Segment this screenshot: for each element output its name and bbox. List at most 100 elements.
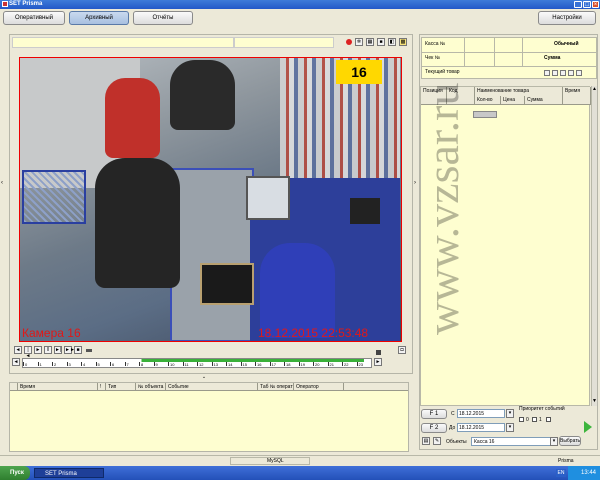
- header-checkbox[interactable]: [10, 383, 18, 390]
- scroll-down-icon[interactable]: ▼: [592, 398, 597, 404]
- timeline-tick: [284, 362, 285, 366]
- timeline-tick-label: 0: [25, 362, 28, 367]
- timeline-tick: [255, 362, 256, 366]
- col-operator[interactable]: Оператор: [294, 383, 344, 390]
- col-item-name[interactable]: Наименование товара: [475, 87, 563, 96]
- timeline-tick: [110, 362, 111, 366]
- scroll-up-icon[interactable]: ▲: [592, 86, 597, 92]
- priority-1-checkbox[interactable]: [532, 417, 537, 422]
- timeline-tick: [139, 362, 140, 366]
- settings-button[interactable]: Настройки: [538, 11, 596, 25]
- priority-label: Приоритет событий: [519, 406, 565, 412]
- splitter-handle[interactable]: ⌄: [200, 374, 208, 380]
- snapshot-icon[interactable]: ◘: [398, 346, 406, 354]
- next-frame-icon[interactable]: ►|: [54, 346, 62, 354]
- last-item-icon[interactable]: [576, 70, 582, 76]
- zoom-slider-handle[interactable]: [376, 350, 381, 355]
- video-timestamp: 18.12.2015 22:53:48: [258, 326, 369, 340]
- play-icon[interactable]: ►: [34, 346, 42, 354]
- tab-reports[interactable]: Отчёты: [133, 11, 193, 25]
- current-item-label: Текущий товар: [425, 69, 460, 75]
- col-sum[interactable]: Сумма: [525, 96, 563, 105]
- f1-button[interactable]: F 1: [421, 409, 447, 419]
- first-item-icon[interactable]: [544, 70, 550, 76]
- maximize-button[interactable]: □: [583, 1, 591, 8]
- toggle-panel-icon[interactable]: ▤: [422, 437, 430, 445]
- timeline-tick-label: 19: [300, 362, 305, 367]
- video-info-field: [12, 37, 234, 48]
- forward-icon[interactable]: ►►: [64, 346, 75, 354]
- col-time[interactable]: Время: [18, 383, 98, 390]
- language-indicator[interactable]: EN: [556, 469, 566, 477]
- speed-slider[interactable]: [86, 349, 92, 352]
- priority-1-label: 1: [539, 417, 542, 423]
- pause-icon[interactable]: ‖: [44, 346, 52, 354]
- select-objects-button[interactable]: Выбрать: [559, 436, 581, 446]
- col-event[interactable]: Событие: [166, 383, 258, 390]
- from-date-dropdown-icon[interactable]: ▾: [506, 409, 514, 418]
- timeline-ticks: 0 1 2 3 4 5 6 7 8 9 10 11 12 13 14 15 16 17 18 19 20 21 22 23: [23, 362, 371, 368]
- record-icon[interactable]: [346, 39, 352, 45]
- layout-icon[interactable]: ◧: [388, 38, 396, 46]
- items-scrollbar[interactable]: ▲ ▼: [591, 86, 597, 406]
- stop-icon[interactable]: ■: [74, 346, 82, 354]
- table-row-placeholder[interactable]: [473, 111, 497, 118]
- apply-filter-icon[interactable]: [584, 421, 592, 433]
- timeline[interactable]: ◄ 0 1 2 3 4 5 6 7 8 9 10 11 12 13 14 15 16 17 18 19 20 21 22 23…: [12, 350, 412, 370]
- camera-icon[interactable]: ■: [377, 38, 385, 46]
- timeline-tick: [211, 362, 213, 366]
- f2-button[interactable]: F 2: [421, 423, 447, 433]
- timeline-tick: [313, 362, 314, 366]
- close-button[interactable]: ×: [592, 1, 599, 8]
- timeline-tick-label: 21: [329, 362, 334, 367]
- events-table: Время ! Тип № объекта Событие Таб № опер…: [9, 382, 409, 452]
- camera-video-frame[interactable]: 16 Камера 16 18.12.2015 22:53:48: [19, 57, 402, 342]
- timeline-tick-label: 8: [140, 362, 144, 367]
- minimize-button[interactable]: _: [574, 1, 582, 8]
- from-date-input[interactable]: 18.12.2015: [457, 409, 505, 418]
- tab-archive[interactable]: Архивный: [69, 11, 129, 25]
- tab-operative[interactable]: Оперативный: [3, 11, 65, 25]
- customer-dark-coat: [170, 60, 235, 130]
- col-type[interactable]: Тип: [106, 383, 136, 390]
- timeline-left-icon[interactable]: ◄: [12, 358, 20, 366]
- col-priority[interactable]: !: [98, 383, 106, 390]
- basket-cart: [22, 170, 86, 224]
- collapse-left-icon[interactable]: ‹: [1, 180, 7, 188]
- timeline-tick-label: 2: [53, 362, 57, 367]
- objects-select[interactable]: Касса 16: [471, 437, 557, 446]
- taskbar: Пуск SET Prisma EN 13:44: [0, 466, 600, 480]
- prev-item-icon[interactable]: [552, 70, 558, 76]
- col-operator-tab[interactable]: Таб № операт: [258, 383, 294, 390]
- timeline-tick: [52, 362, 53, 366]
- to-date-input[interactable]: 18.12.2015: [457, 423, 505, 432]
- status-bar: MySQL Prisma: [0, 455, 600, 466]
- taskbar-item-set-prisma[interactable]: SET Prisma: [34, 468, 104, 478]
- next-item-icon[interactable]: [568, 70, 574, 76]
- to-date-dropdown-icon[interactable]: ▾: [506, 423, 514, 432]
- col-item-time[interactable]: Время: [563, 87, 591, 105]
- timeline-right-icon[interactable]: ►: [374, 358, 382, 366]
- priority-2-checkbox[interactable]: [546, 417, 551, 422]
- prev-frame-icon[interactable]: |◄: [24, 346, 32, 359]
- grid-layout-icon[interactable]: ▩: [399, 38, 407, 46]
- start-button[interactable]: Пуск: [0, 466, 30, 480]
- camera-grid-icon[interactable]: ▦: [366, 38, 374, 46]
- timeline-track[interactable]: 0 1 2 3 4 5 6 7 8 9 10 11 12 13 14 15 16 17 18 19 20 21 22 23: [22, 358, 372, 368]
- timeline-tick: [66, 362, 68, 366]
- objects-dropdown-icon[interactable]: ▾: [550, 437, 558, 446]
- card-terminal: [350, 198, 380, 224]
- timeline-tick: [81, 362, 82, 366]
- col-price[interactable]: Цена: [501, 96, 525, 105]
- settings-gear-icon[interactable]: ✲: [355, 38, 363, 46]
- rewind-icon[interactable]: ◄: [14, 346, 22, 354]
- timeline-tick-label: 22: [344, 362, 349, 367]
- edit-filter-icon[interactable]: ✎: [433, 437, 441, 445]
- col-object-no[interactable]: № объекта: [136, 383, 166, 390]
- priority-0-checkbox[interactable]: [519, 417, 524, 422]
- col-qty[interactable]: Кол-во: [475, 96, 501, 105]
- item-list-icon[interactable]: [560, 70, 566, 76]
- timeline-tick: [153, 362, 155, 366]
- task-label: SET Prisma: [45, 471, 77, 477]
- timeline-tick: [23, 362, 24, 366]
